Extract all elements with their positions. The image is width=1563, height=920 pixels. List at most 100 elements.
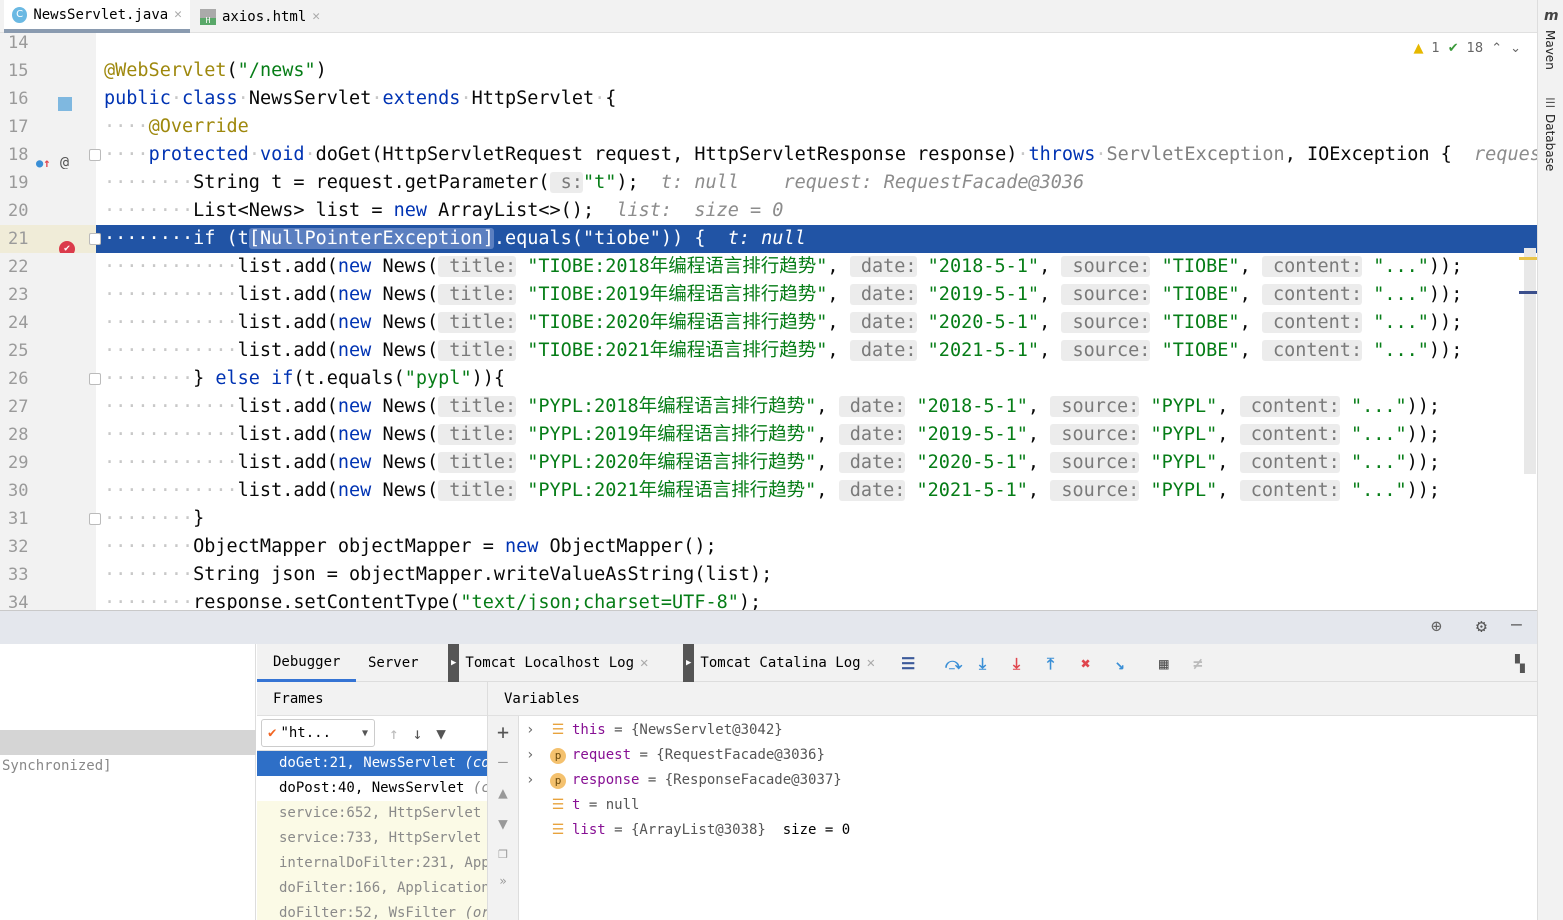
warning-marker[interactable] [1519, 257, 1537, 260]
step-over-icon[interactable]: ⤼ [945, 654, 962, 674]
code-line[interactable]: 14 [0, 33, 1537, 57]
arrow-up-icon[interactable]: ↑ [389, 724, 399, 743]
code-line[interactable]: 25 ············list.add(new News( title: … [0, 337, 1537, 365]
code-line[interactable]: 22 ············list.add(new News( title: … [0, 253, 1537, 281]
filter-icon[interactable]: ▼ [436, 724, 446, 743]
tab-tomcat-localhost-log[interactable]: ▶ Tomcat Localhost Log ✕ [432, 644, 664, 682]
maven-tool-button[interactable]: Maven [1543, 30, 1557, 70]
variable-row[interactable]: › p response = {ResponseFacade@3037} [488, 768, 1537, 793]
inspection-widget[interactable]: ▲ 1 ✔ 18 ⌃ ⌄ [1413, 41, 1521, 56]
arrow-down-icon[interactable]: ↓ [413, 724, 423, 743]
code-line[interactable]: 17 ····@Override [0, 113, 1537, 141]
gear-icon[interactable]: ⚙ [1476, 616, 1487, 637]
database-tool-button[interactable]: Database [1543, 114, 1557, 171]
code-token-pl: ObjectMapper objectMapper = [193, 536, 505, 557]
line-number: 29 [8, 453, 29, 473]
more-icon[interactable]: » [488, 874, 518, 888]
variable-row[interactable]: › p request = {RequestFacade@3036} [488, 743, 1537, 768]
variable-name: this [572, 722, 606, 738]
line-number: 14 [8, 33, 29, 53]
code-line[interactable]: 24 ············list.add(new News( title: … [0, 309, 1537, 337]
fold-icon[interactable] [89, 233, 101, 245]
frame-item[interactable]: service:733, HttpServlet ( [257, 826, 487, 851]
show-execution-point-icon[interactable]: ☰ [901, 654, 915, 673]
code-token-pl: , [1027, 424, 1051, 445]
step-into-icon[interactable]: ⤓ [979, 654, 986, 674]
frame-item[interactable]: doFilter:166, ApplicationF [257, 876, 487, 901]
code-line[interactable]: 18 ····protected·void·doGet(HttpServletRe… [0, 141, 1537, 171]
code-token-kw: new [337, 396, 372, 417]
close-tab-icon[interactable]: ✕ [312, 9, 320, 24]
code-line[interactable]: 16 public·class·NewsServlet·extends·HttpS… [0, 85, 1537, 113]
copy-icon[interactable]: ❐ [488, 843, 518, 862]
code-line[interactable]: 31 ········} [0, 505, 1537, 533]
drop-frame-icon[interactable]: ✖ [1081, 654, 1091, 673]
minimize-icon[interactable]: — [1511, 614, 1522, 635]
expand-chevron-icon[interactable]: › [526, 768, 534, 793]
tab-newsservlet-java[interactable]: C NewsServlet.java ✕ [4, 0, 190, 33]
code-line[interactable]: 29 ············list.add(new News( title: … [0, 449, 1537, 477]
frame-item[interactable]: internalDoFilter:231, Appl [257, 851, 487, 876]
thread-item[interactable]: Synchronized] [2, 758, 112, 774]
code-line[interactable]: 23 ············list.add(new News( title: … [0, 281, 1537, 309]
variable-value: = {NewsServlet@3042} [605, 722, 783, 738]
next-highlight-icon[interactable]: ⌄ [1510, 41, 1521, 56]
code-line[interactable]: 34 ········response.setContentType("text/… [0, 589, 1537, 610]
variable-row[interactable]: › ☰ this = {NewsServlet@3042} [488, 718, 1537, 743]
previous-highlight-icon[interactable]: ⌃ [1491, 41, 1502, 56]
crosshair-icon[interactable]: ⊕ [1431, 616, 1442, 637]
code-token-ws: · [237, 88, 249, 109]
code-token-ws: ········ [104, 228, 194, 249]
variable-row[interactable]: ☰ list = {ArrayList@3038} size = 0 [488, 818, 1537, 843]
code-line[interactable]: 20 ········List<News> list = new ArrayLis… [0, 197, 1537, 225]
thread-selector[interactable]: ✔ "ht... ▼ [261, 719, 375, 747]
frame-label: doFilter:166, ApplicationF [279, 880, 488, 896]
close-tab-icon[interactable]: ✕ [640, 644, 648, 682]
remove-watch-icon[interactable]: — [488, 752, 518, 771]
trace-stream-icon[interactable]: ≠ [1193, 654, 1203, 673]
move-down-icon[interactable]: ▼ [488, 814, 518, 833]
code-editor[interactable]: 14 15 @WebServlet("/news") 16 public·class·N… [0, 33, 1537, 610]
code-token-str: "t" [582, 172, 617, 193]
code-token-hint: date: [838, 452, 906, 473]
step-out-icon[interactable]: ⤒ [1047, 654, 1054, 674]
frame-item[interactable]: doGet:21, NewsServlet (com [257, 751, 487, 776]
code-token-pl: ObjectMapper(); [538, 536, 717, 557]
code-line[interactable]: 19 ········String t = request.getParamete… [0, 169, 1537, 197]
tab-server[interactable]: Server [352, 644, 435, 682]
code-line[interactable]: 21 ········if (t[NullPointerException].eq… [0, 225, 1537, 257]
variable-row[interactable]: ☰ t = null [488, 793, 1537, 818]
code-line[interactable]: 32 ········ObjectMapper objectMapper = ne… [0, 533, 1537, 561]
run-to-cursor-icon[interactable]: ↘ [1115, 654, 1125, 673]
tab-axios-html[interactable]: H axios.html ✕ [192, 0, 328, 33]
code-line[interactable]: 33 ········String json = objectMapper.wri… [0, 561, 1537, 589]
code-token-ws: ············ [104, 424, 238, 445]
fold-icon[interactable] [89, 149, 101, 161]
selected-row[interactable] [0, 730, 256, 755]
fold-icon[interactable] [89, 513, 101, 525]
close-tab-icon[interactable]: ✕ [867, 644, 875, 682]
tab-debugger[interactable]: Debugger [257, 644, 357, 682]
expand-chevron-icon[interactable]: › [526, 718, 534, 743]
code-line[interactable]: 15 @WebServlet("/news") [0, 57, 1537, 85]
tab-tomcat-catalina-log[interactable]: ▶ Tomcat Catalina Log ✕ [667, 644, 891, 682]
move-up-icon[interactable]: ▲ [488, 783, 518, 802]
frame-item[interactable]: doFilter:52, WsFilter (org [257, 901, 487, 920]
force-step-into-icon[interactable]: ⤓ [1013, 654, 1020, 674]
fold-icon[interactable] [89, 373, 101, 385]
code-line[interactable]: 30 ············list.add(new News( title: … [0, 477, 1537, 505]
code-line[interactable]: 27 ············list.add(new News( title: … [0, 393, 1537, 421]
frame-item[interactable]: doPost:40, NewsServlet (co [257, 776, 487, 801]
evaluate-expression-icon[interactable]: ▦ [1159, 654, 1169, 673]
code-line[interactable]: 28 ············list.add(new News( title: … [0, 421, 1537, 449]
layout-settings-icon[interactable]: ▚ [1515, 654, 1525, 673]
code-token-ws: · [1017, 144, 1029, 165]
close-tab-icon[interactable]: ✕ [174, 7, 182, 22]
frame-item[interactable]: service:652, HttpServlet ( [257, 801, 487, 826]
code-line[interactable]: 26 ········} else if(t.equals("pypl")){ [0, 365, 1537, 393]
expand-chevron-icon[interactable]: › [526, 743, 534, 768]
marker[interactable] [1519, 291, 1537, 294]
editor-scrollbar[interactable] [1524, 248, 1536, 474]
code-token-hint: content: [1239, 452, 1340, 473]
add-watch-icon[interactable]: + [488, 720, 518, 744]
